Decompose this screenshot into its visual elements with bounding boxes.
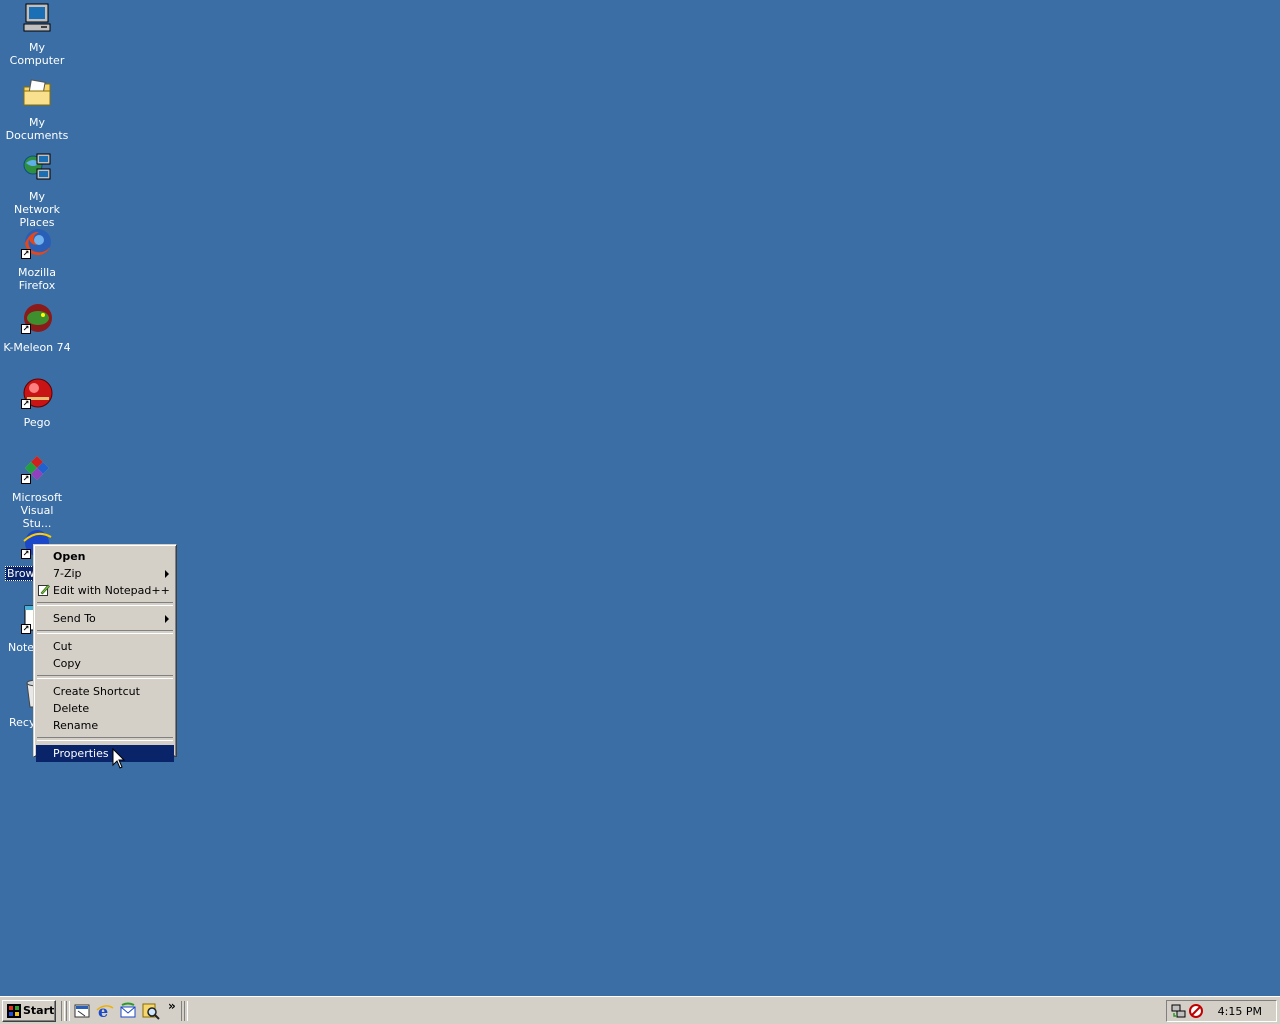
svg-text:e: e bbox=[98, 1002, 108, 1020]
menu-separator bbox=[37, 675, 173, 679]
shortcut-arrow-icon: ↗ bbox=[21, 549, 31, 559]
menu-item-properties[interactable]: Properties bbox=[36, 745, 174, 762]
internet-explorer-icon[interactable]: e bbox=[96, 1002, 114, 1021]
desktop-icon-label: My Documents bbox=[5, 116, 69, 142]
desktop-icon-network-places[interactable]: My Network Places bbox=[0, 151, 74, 229]
menu-item-create-shortcut[interactable]: Create Shortcut bbox=[36, 683, 174, 700]
desktop[interactable]: My Computer My Documents My Network Plac… bbox=[0, 0, 1280, 996]
quick-launch-grip[interactable] bbox=[66, 1001, 70, 1021]
show-desktop-icon[interactable] bbox=[73, 1002, 91, 1020]
desktop-icon-label: Note bbox=[8, 641, 35, 654]
pego-icon: ↗ bbox=[21, 377, 53, 409]
menu-item-send-to[interactable]: Send To bbox=[36, 610, 174, 627]
shortcut-arrow-icon: ↗ bbox=[21, 624, 31, 634]
network-places-icon bbox=[21, 151, 53, 183]
shortcut-arrow-icon: ↗ bbox=[21, 324, 31, 334]
desktop-icon-my-documents[interactable]: My Documents bbox=[0, 77, 74, 142]
firefox-icon: ↗ bbox=[21, 227, 53, 259]
antivirus-tray-icon[interactable] bbox=[1188, 1003, 1204, 1019]
shortcut-arrow-icon: ↗ bbox=[21, 474, 31, 484]
menu-item-edit-notepadpp[interactable]: Edit with Notepad++ bbox=[36, 582, 174, 599]
desktop-icon-label: Microsoft Visual Stu... bbox=[11, 491, 63, 530]
menu-separator bbox=[37, 737, 173, 741]
menu-item-label: 7-Zip bbox=[53, 567, 82, 580]
mouse-pointer-icon bbox=[112, 747, 126, 770]
menu-item-rename[interactable]: Rename bbox=[36, 717, 174, 734]
windows-flag-icon bbox=[7, 1004, 21, 1018]
desktop-icon-label: Mozilla Firefox bbox=[18, 266, 56, 292]
taskbar-divider bbox=[61, 1001, 65, 1021]
network-tray-icon[interactable] bbox=[1171, 1003, 1187, 1019]
menu-separator bbox=[37, 602, 173, 606]
shortcut-arrow-icon: ↗ bbox=[21, 399, 31, 409]
desktop-icon-label: K-Meleon 74 bbox=[3, 341, 71, 354]
quick-launch-overflow-button[interactable]: » bbox=[168, 999, 176, 1013]
menu-item-7zip[interactable]: 7-Zip bbox=[36, 565, 174, 582]
visual-studio-icon: ↗ bbox=[21, 452, 53, 484]
task-area-grip[interactable] bbox=[184, 1001, 188, 1021]
my-documents-icon bbox=[21, 77, 53, 109]
menu-separator bbox=[37, 630, 173, 634]
shortcut-arrow-icon: ↗ bbox=[21, 249, 31, 259]
menu-item-copy[interactable]: Copy bbox=[36, 655, 174, 672]
desktop-icon-my-computer[interactable]: My Computer bbox=[0, 2, 74, 67]
desktop-icon-visual-studio[interactable]: ↗ Microsoft Visual Stu... bbox=[0, 452, 74, 530]
submenu-arrow-icon bbox=[165, 570, 169, 578]
desktop-icon-pego[interactable]: ↗ Pego bbox=[0, 377, 74, 429]
menu-item-label: Send To bbox=[53, 612, 96, 625]
taskbar: Start e » 4:15 PM bbox=[0, 996, 1280, 1024]
menu-item-delete[interactable]: Delete bbox=[36, 700, 174, 717]
desktop-icon-k-meleon[interactable]: ↗ K-Meleon 74 bbox=[0, 302, 74, 354]
system-tray: 4:15 PM bbox=[1166, 1000, 1277, 1022]
taskbar-clock[interactable]: 4:15 PM bbox=[1218, 1005, 1262, 1018]
notepadpp-icon bbox=[38, 584, 50, 596]
k-meleon-icon: ↗ bbox=[21, 302, 53, 334]
desktop-icon-label: My Computer bbox=[9, 41, 65, 67]
start-label: Start bbox=[23, 1004, 55, 1017]
my-computer-icon bbox=[21, 2, 53, 34]
menu-item-cut[interactable]: Cut bbox=[36, 638, 174, 655]
outlook-express-icon[interactable] bbox=[119, 1002, 137, 1020]
desktop-icon-firefox[interactable]: ↗ Mozilla Firefox bbox=[0, 227, 74, 292]
menu-item-label: Edit with Notepad++ bbox=[53, 584, 170, 597]
menu-item-open[interactable]: Open bbox=[36, 548, 174, 565]
submenu-arrow-icon bbox=[165, 615, 169, 623]
start-button[interactable]: Start bbox=[2, 1000, 56, 1022]
context-menu: Open 7-Zip Edit with Notepad++ Send To C… bbox=[33, 544, 177, 762]
search-icon[interactable] bbox=[142, 1002, 160, 1020]
desktop-icon-label: My Network Places bbox=[14, 190, 60, 229]
desktop-icon-label: Pego bbox=[23, 416, 51, 429]
